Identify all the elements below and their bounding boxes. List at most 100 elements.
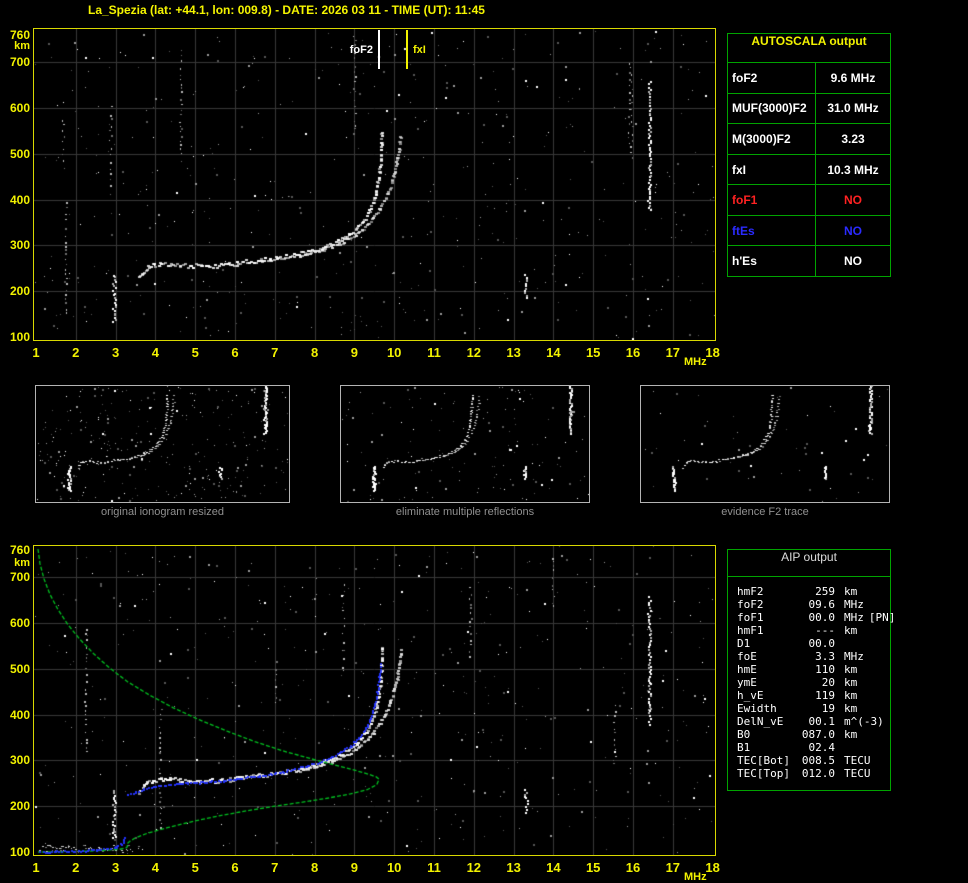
x-tick-label: 11 xyxy=(421,860,447,875)
autoscaled-ionogram-canvas xyxy=(34,29,715,340)
autoscaled-ionogram-panel: foF2 fxI xyxy=(33,28,716,341)
aip-row-name: B1 xyxy=(737,741,799,754)
y-axis-unit-label: km xyxy=(2,557,30,569)
aip-row-name: foF1 xyxy=(737,611,799,624)
aip-row-Ewidth: Ewidth19 km xyxy=(737,702,890,715)
thumbnail-no-multiples-canvas xyxy=(341,386,589,502)
aip-row-B1: B102.4 xyxy=(737,741,890,754)
x-tick-label: 14 xyxy=(540,860,566,875)
x-tick-label: 15 xyxy=(580,345,606,360)
autoscala-row-label: ftEs xyxy=(728,216,816,246)
autoscala-row-hEs: h'EsNO xyxy=(728,246,890,276)
x-axis-unit-label: MHz xyxy=(684,871,707,883)
aip-row-name: TEC[Bot] xyxy=(737,754,799,767)
aip-row-name: TEC[Top] xyxy=(737,767,799,780)
aip-row-ymE: ymE20km xyxy=(737,676,890,689)
autoscala-row-label: MUF(3000)F2 xyxy=(728,94,816,124)
x-tick-label: 9 xyxy=(341,860,367,875)
aip-row-D1: D100.0 xyxy=(737,637,890,650)
x-axis-unit-label: MHz xyxy=(684,356,707,368)
aip-row-TECBot: TEC[Bot]008.5 TECU xyxy=(737,754,890,767)
thumbnail-original-canvas xyxy=(36,386,289,502)
foF2-marker-label: foF2 xyxy=(327,44,373,56)
aip-row-unit: m^(-3) xyxy=(844,715,884,728)
y-tick-label: 600 xyxy=(2,101,30,115)
aip-row-foF2: foF209.6MHz xyxy=(737,598,890,611)
x-tick-label: 7 xyxy=(262,860,288,875)
aip-row-value: 3.3 xyxy=(799,650,835,663)
x-tick-label: 18 xyxy=(700,345,726,360)
aip-row-name: D1 xyxy=(737,637,799,650)
aip-row-name: Ewidth xyxy=(737,702,799,715)
aip-row-unit: km xyxy=(844,702,857,715)
autoscala-table-title: AUTOSCALA output xyxy=(728,34,890,63)
autoscala-row-label: h'Es xyxy=(728,246,816,276)
aip-row-name: foF2 xyxy=(737,598,799,611)
aip-row-unit: km xyxy=(844,728,857,741)
aip-row-value: 008.5 xyxy=(799,754,835,767)
aip-row-name: hmE xyxy=(737,663,799,676)
x-tick-label: 4 xyxy=(142,860,168,875)
x-tick-label: 11 xyxy=(421,345,447,360)
autoscala-row-fxI: fxI10.3 MHz xyxy=(728,155,890,186)
aip-row-value: 259 xyxy=(799,585,835,598)
y-tick-label: 100 xyxy=(2,330,30,344)
aip-row-value: 012.0 xyxy=(799,767,835,780)
aip-table-body: hmF2259kmfoF209.6MHzfoF100.0MHz[PN]hmF1-… xyxy=(728,577,890,780)
y-tick-label: 200 xyxy=(2,799,30,813)
autoscala-output-table: AUTOSCALA output foF29.6 MHzMUF(3000)F23… xyxy=(727,33,891,277)
aip-row-name: hmF1 xyxy=(737,624,799,637)
autoscala-row-label: foF2 xyxy=(728,63,816,93)
profile-ionogram-canvas xyxy=(34,546,715,855)
thumbnail-f2-trace xyxy=(640,385,890,503)
autoscala-row-value: 9.6 MHz xyxy=(816,63,890,93)
autoscala-row-value: NO xyxy=(816,216,890,246)
fxI-marker-label: fxI xyxy=(413,44,459,56)
y-tick-label: 400 xyxy=(2,708,30,722)
aip-row-unit: km xyxy=(844,624,857,637)
x-tick-label: 17 xyxy=(660,860,686,875)
y-tick-label: 300 xyxy=(2,238,30,252)
y-tick-label: 100 xyxy=(2,845,30,859)
fxI-marker-line xyxy=(406,30,408,69)
x-tick-label: 2 xyxy=(63,860,89,875)
y-tick-label: 700 xyxy=(2,570,30,584)
aip-output-table: AIP output hmF2259kmfoF209.6MHzfoF100.0M… xyxy=(727,549,891,791)
x-tick-label: 9 xyxy=(341,345,367,360)
aip-row-value: 00.0 xyxy=(799,611,835,624)
aip-row-unit: km xyxy=(844,689,857,702)
aip-row-unit: MHz xyxy=(844,650,864,663)
x-tick-label: 3 xyxy=(103,860,129,875)
aip-row-unit: TECU xyxy=(844,754,871,767)
autoscala-row-value: 3.23 xyxy=(816,124,890,154)
autoscala-output-screen: La_Spezia (lat: +44.1, lon: 009.8) - DAT… xyxy=(0,0,968,883)
x-tick-label: 7 xyxy=(262,345,288,360)
aip-row-value: 20 xyxy=(799,676,835,689)
aip-row-unit: km xyxy=(844,585,857,598)
thumbnail-original-ionogram xyxy=(35,385,290,503)
x-tick-label: 5 xyxy=(182,345,208,360)
aip-row-value: --- xyxy=(799,624,835,637)
autoscala-row-MUF3000F2: MUF(3000)F231.0 MHz xyxy=(728,94,890,125)
aip-row-value: 19 xyxy=(799,702,835,715)
x-tick-label: 6 xyxy=(222,345,248,360)
aip-row-foF1: foF100.0MHz[PN] xyxy=(737,611,890,624)
x-tick-label: 10 xyxy=(381,345,407,360)
aip-row-name: ymE xyxy=(737,676,799,689)
x-tick-label: 16 xyxy=(620,345,646,360)
aip-row-value: 00.1 xyxy=(799,715,835,728)
thumbnail-caption-f2-trace: evidence F2 trace xyxy=(640,506,890,518)
aip-row-unit: km xyxy=(844,663,857,676)
aip-row-name: foE xyxy=(737,650,799,663)
foF2-marker-line xyxy=(378,30,380,69)
aip-row-hvE: h_vE119km xyxy=(737,689,890,702)
aip-row-name: DelN_vE xyxy=(737,715,799,728)
aip-row-value: 119 xyxy=(799,689,835,702)
aip-row-value: 087.0 xyxy=(799,728,835,741)
aip-row-value: 00.0 xyxy=(799,637,835,650)
x-tick-label: 14 xyxy=(540,345,566,360)
autoscala-row-label: M(3000)F2 xyxy=(728,124,816,154)
x-tick-label: 1 xyxy=(23,345,49,360)
x-tick-label: 17 xyxy=(660,345,686,360)
x-tick-label: 2 xyxy=(63,345,89,360)
